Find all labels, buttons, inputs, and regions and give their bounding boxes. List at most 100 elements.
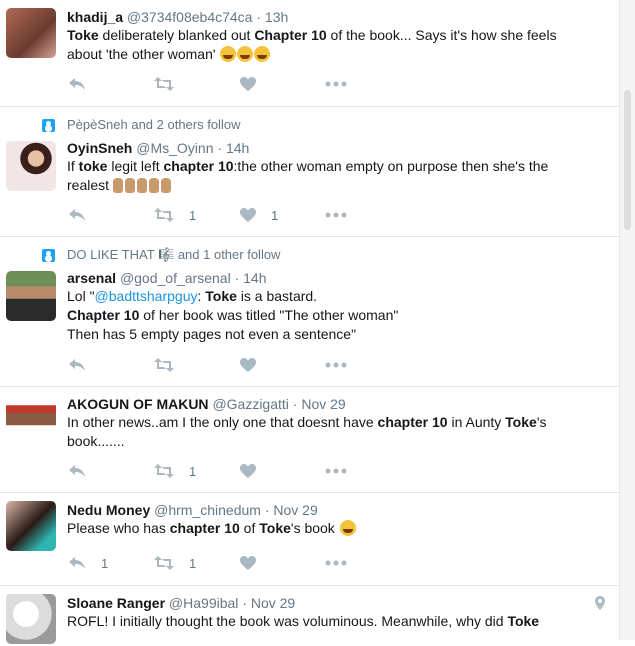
timestamp[interactable]: 14h [243,270,266,286]
text-segment: of her book was titled "The other woman" [139,307,399,323]
highlighted-term: Toke [67,27,99,43]
highlighted-term: chapter 10 [169,520,240,536]
author-handle[interactable]: @Ha99ibal [169,595,238,611]
author-name[interactable]: AKOGUN OF MAKUN [67,396,209,412]
laugh-emoji-icon [220,46,237,62]
more-button[interactable] [325,212,411,218]
tweet-header: AKOGUN OF MAKUN @Gazzigatti · Nov 29 [67,396,346,412]
avatar[interactable] [6,395,56,445]
laugh-emoji-icon [237,46,254,62]
author-handle[interactable]: @3734f08eb4c74ca [127,9,253,25]
retweet-button[interactable]: 1 [153,207,239,223]
heart-icon [239,76,257,92]
timestamp[interactable]: Nov 29 [251,595,295,611]
more-button[interactable] [325,81,411,87]
mention-link[interactable]: @badttsharpguy [95,288,198,304]
avatar[interactable] [6,594,56,644]
heart-icon [239,357,257,373]
more-button[interactable] [325,362,411,368]
timestamp[interactable]: 13h [265,9,288,25]
tweet-text: Toke deliberately blanked out Chapter 10… [67,26,609,64]
text-segment: legit left [107,158,164,174]
retweet-button[interactable]: 1 [153,463,239,479]
text-segment: book....... [67,433,125,449]
tweet[interactable]: DO LIKE THAT 🎼 and 1 other follow arsena… [0,237,619,387]
retweet-icon [153,555,175,571]
tweet-text-line: Toke deliberately blanked out Chapter 10… [67,26,609,45]
reply-button[interactable] [67,357,153,373]
weary-emoji-icon [339,520,356,536]
reply-icon [67,463,87,479]
tweet[interactable]: khadij_a @3734f08eb4c74ca · 13h Toke del… [0,0,619,107]
highlighted-term: Toke [259,520,291,536]
like-button[interactable] [239,463,325,479]
avatar[interactable] [6,501,56,551]
avatar[interactable] [6,8,56,58]
scrollbar-thumb[interactable] [624,90,631,230]
text-segment: If [67,158,79,174]
text-segment: Then has 5 empty pages not even a senten… [67,326,357,342]
author-handle[interactable]: @hrm_chinedum [154,502,261,518]
retweet-button[interactable] [153,357,239,373]
retweet-icon [153,463,175,479]
reply-button[interactable] [67,463,153,479]
avatar[interactable] [6,141,56,191]
highlighted-term: Toke [507,613,540,629]
text-segment: of [239,520,260,536]
highlighted-term: Toke [505,414,537,430]
tweet-header: Sloane Ranger @Ha99ibal · Nov 29 [67,595,296,611]
scrollbar[interactable] [620,0,635,640]
tweet-text-line: realest [67,176,609,195]
like-button[interactable] [239,555,325,571]
tweet-text: If toke legit left chapter 10:the other … [67,157,609,195]
tweet[interactable]: PèpèSneh and 2 others follow OyinSneh @M… [0,107,619,237]
author-handle[interactable]: @Ms_Oyinn [136,140,213,156]
text-segment: of the book... Says it's how she feels [326,27,557,43]
social-context[interactable]: DO LIKE THAT 🎼 and 1 other follow [67,247,280,263]
social-context[interactable]: PèpèSneh and 2 others follow [67,117,240,132]
author-name[interactable]: arsenal [67,270,116,286]
reply-button[interactable] [67,207,153,223]
tweet-actions [67,76,411,92]
author-name[interactable]: khadij_a [67,9,123,25]
like-button[interactable] [239,76,325,92]
timestamp[interactable]: Nov 29 [301,396,345,412]
author-name[interactable]: Sloane Ranger [67,595,165,611]
author-name[interactable]: OyinSneh [67,140,132,156]
text-segment: realest [67,177,113,193]
tweet[interactable]: Sloane Ranger @Ha99ibal · Nov 29 ROFL! I… [0,586,619,646]
tweet-text-line: book....... [67,432,609,451]
tweet[interactable]: Nedu Money @hrm_chinedum · Nov 29 Please… [0,493,619,586]
reply-icon [67,76,87,92]
text-segment: In other news..am I the only one that do… [67,414,378,430]
retweet-count: 1 [189,207,197,223]
heart-icon [239,555,257,571]
more-button[interactable] [325,560,411,566]
retweet-button[interactable]: 1 [153,555,239,571]
more-button[interactable] [325,468,411,474]
retweet-button[interactable] [153,76,239,92]
text-segment: 's book [290,520,339,536]
heart-icon [239,463,257,479]
timestamp[interactable]: 14h [226,140,249,156]
author-name[interactable]: Nedu Money [67,502,150,518]
tweet-text-line: Please who has chapter 10 of Toke's book [67,519,609,538]
author-handle[interactable]: @god_of_arsenal [120,270,231,286]
like-button[interactable]: 1 [239,207,325,223]
tweet-text: Please who has chapter 10 of Toke's book [67,519,609,538]
tweet[interactable]: AKOGUN OF MAKUN @Gazzigatti · Nov 29 In … [0,387,619,493]
retweet-count: 1 [189,463,197,479]
reply-button[interactable]: 1 [67,555,153,571]
like-button[interactable] [239,357,325,373]
tweet-text-line: In other news..am I the only one that do… [67,413,609,432]
raised-hands-emoji-icon [112,177,173,193]
tweet-text-line: Then has 5 empty pages not even a senten… [67,325,609,344]
follow-icon [42,119,55,132]
retweet-icon [153,76,175,92]
author-handle[interactable]: @Gazzigatti [212,396,288,412]
tweet-actions [67,357,411,373]
tweet-timeline: khadij_a @3734f08eb4c74ca · 13h Toke del… [0,0,620,644]
reply-button[interactable] [67,76,153,92]
avatar[interactable] [6,271,56,321]
timestamp[interactable]: Nov 29 [273,502,317,518]
